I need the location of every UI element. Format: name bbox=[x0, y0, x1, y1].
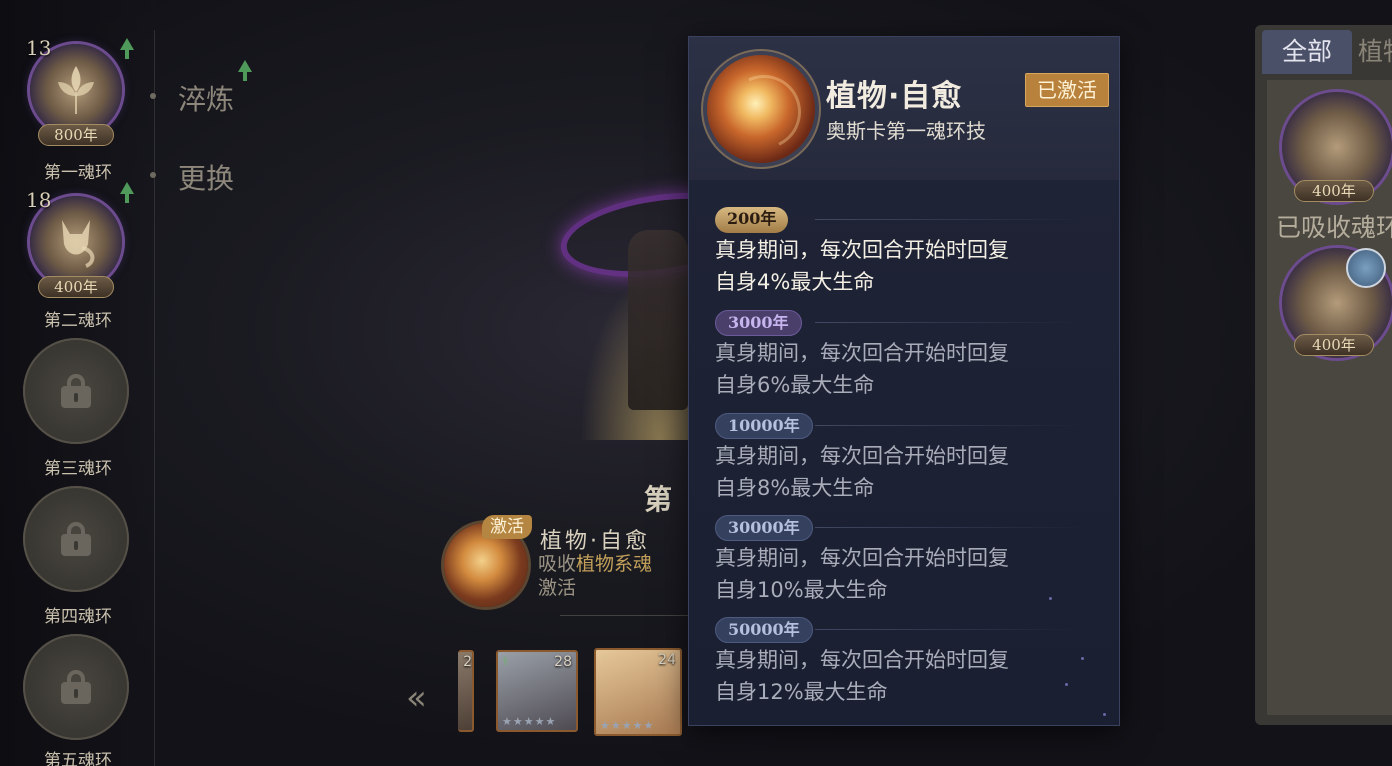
menu-dot bbox=[150, 93, 156, 99]
lock-icon bbox=[61, 670, 91, 704]
tier-line2: 自身10%最大生命 bbox=[715, 578, 888, 602]
flower-icon bbox=[58, 66, 94, 114]
activated-badge: 已激活 bbox=[1025, 73, 1109, 107]
ring-name: 第一魂环 bbox=[44, 163, 112, 183]
tier-50000: 50000年 真身期间，每次回合开始时回复 自身12%最大生命 bbox=[715, 617, 1105, 707]
locked-ring-5[interactable] bbox=[23, 634, 129, 740]
soul-ring-2[interactable]: 18 400年 第二魂环 bbox=[22, 182, 134, 331]
locked-ring-4[interactable] bbox=[23, 486, 129, 592]
lock-icon bbox=[61, 374, 91, 408]
sparkle bbox=[1081, 657, 1084, 660]
portrait-card[interactable]: ⚕ 28 ★★★★★ bbox=[496, 650, 578, 732]
tooltip-title: 植物·自愈 bbox=[826, 79, 963, 114]
tier-200: 200年 真身期间，每次回合开始时回复 自身4%最大生命 bbox=[715, 207, 1105, 297]
menu-dot bbox=[150, 172, 156, 178]
portrait-row: « 2 ⚕ 28 ★★★★★ ✧ 24 ★★★★★ bbox=[400, 648, 700, 740]
tier-year-tag: 200年 bbox=[715, 207, 789, 233]
ring-year: 400年 bbox=[38, 276, 114, 298]
tab-all[interactable]: 全部 bbox=[1262, 30, 1352, 74]
upgrade-arrow-icon bbox=[238, 60, 252, 81]
activate-tag: 激活 bbox=[482, 515, 532, 539]
replace-button[interactable]: 更换 bbox=[178, 157, 234, 197]
skill-icon bbox=[707, 55, 815, 163]
tier-10000: 10000年 真身期间，每次回合开始时回复 自身8%最大生命 bbox=[715, 413, 1105, 503]
tooltip-header: 植物·自愈 奥斯卡第一魂环技 已激活 bbox=[689, 37, 1119, 180]
ring-name: 第四魂环 bbox=[44, 607, 112, 627]
tier-line2: 自身8%最大生命 bbox=[715, 476, 875, 500]
tier-year-tag: 50000年 bbox=[715, 617, 813, 643]
portrait-card[interactable]: ✧ 24 ★★★★★ bbox=[594, 648, 682, 736]
lock-icon bbox=[61, 522, 91, 556]
ring-title: 第 bbox=[644, 483, 673, 516]
ring-level: 13 bbox=[26, 36, 52, 60]
tier-30000: 30000年 真身期间，每次回合开始时回复 自身10%最大生命 bbox=[715, 515, 1105, 605]
owner-avatar bbox=[1346, 248, 1386, 288]
ring-name: 第三魂环 bbox=[44, 459, 112, 479]
refine-button[interactable]: 淬炼 bbox=[178, 78, 234, 118]
star-rating: ★★★★★ bbox=[600, 719, 655, 732]
tier-year-tag: 30000年 bbox=[715, 515, 813, 541]
divider bbox=[154, 30, 155, 766]
star-rating: ★★★★★ bbox=[502, 715, 557, 728]
upgrade-arrow-icon bbox=[120, 38, 134, 59]
locked-ring-3[interactable] bbox=[23, 338, 129, 444]
tier-line1: 真身期间，每次回合开始时回复 bbox=[715, 648, 1009, 672]
tier-line1: 真身期间，每次回合开始时回复 bbox=[715, 341, 1009, 365]
absorbed-label: 已吸收魂环 bbox=[1276, 213, 1392, 242]
divider bbox=[560, 615, 690, 616]
tier-year-tag: 10000年 bbox=[715, 413, 813, 439]
skill-card[interactable]: 激活 植物·自愈 吸收植物系魂 激活 bbox=[440, 515, 700, 615]
sparkle bbox=[1049, 597, 1052, 600]
skill-description-line2: 激活 bbox=[538, 577, 577, 599]
ring-year: 400年 bbox=[1294, 180, 1374, 202]
class-icon: ⚕ bbox=[502, 654, 509, 668]
ring-level: 18 bbox=[26, 188, 52, 212]
skill-tooltip: 植物·自愈 奥斯卡第一魂环技 已激活 200年 真身期间，每次回合开始时回复 自… bbox=[688, 36, 1120, 726]
skill-description: 吸收植物系魂 bbox=[538, 553, 653, 575]
soul-ring-1[interactable]: 13 800年 第一魂环 bbox=[22, 36, 134, 183]
tooltip-subtitle: 奥斯卡第一魂环技 bbox=[826, 119, 986, 143]
character-model[interactable] bbox=[628, 230, 688, 410]
tier-line1: 真身期间，每次回合开始时回复 bbox=[715, 444, 1009, 468]
ring-name: 第五魂环 bbox=[44, 751, 112, 766]
tier-line2: 自身12%最大生命 bbox=[715, 680, 888, 704]
upgrade-arrow-icon bbox=[120, 182, 134, 203]
fox-icon bbox=[62, 220, 95, 268]
tier-line1: 真身期间，每次回合开始时回复 bbox=[715, 546, 1009, 570]
double-chevron-left-icon[interactable]: « bbox=[406, 678, 427, 718]
tier-year-tag: 3000年 bbox=[715, 310, 802, 336]
tier-line1: 真身期间，每次回合开始时回复 bbox=[715, 238, 1009, 262]
ring-name: 第二魂环 bbox=[44, 311, 112, 331]
ring-year: 400年 bbox=[1294, 334, 1374, 356]
tab-plant[interactable]: 植物 bbox=[1358, 30, 1392, 74]
sparkle bbox=[1103, 713, 1106, 716]
sparkle bbox=[1065, 683, 1068, 686]
ring-year: 800年 bbox=[38, 124, 114, 146]
soul-ring-badge[interactable]: 13 800年 bbox=[26, 36, 122, 146]
tier-3000: 3000年 真身期间，每次回合开始时回复 自身6%最大生命 bbox=[715, 310, 1105, 400]
soul-ring-badge[interactable]: 18 400年 bbox=[26, 188, 122, 298]
tier-line2: 自身4%最大生命 bbox=[715, 270, 875, 294]
portrait-partial[interactable]: 2 bbox=[458, 650, 474, 732]
class-icon: ✧ bbox=[600, 652, 611, 666]
tier-line2: 自身6%最大生命 bbox=[715, 373, 875, 397]
